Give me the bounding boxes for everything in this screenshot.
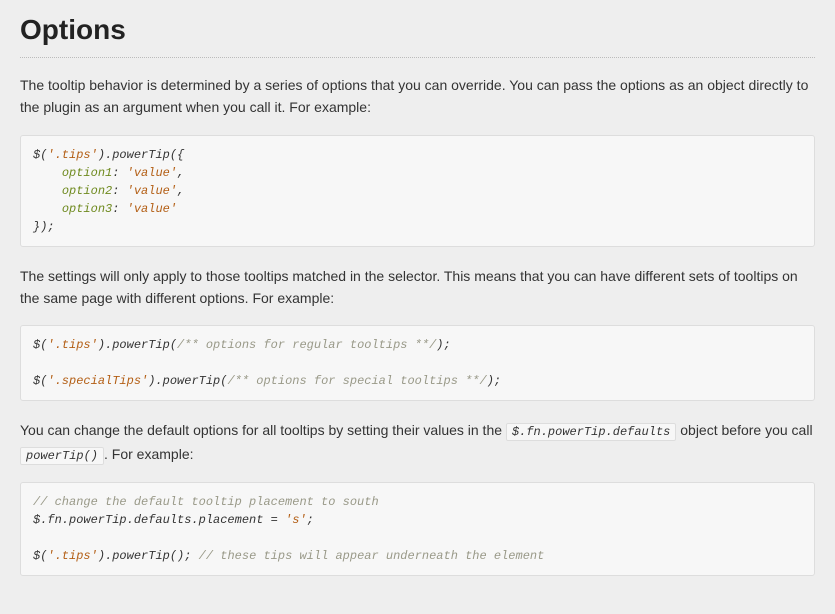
inline-code-defaults: $.fn.powerTip.defaults xyxy=(506,423,676,441)
divider xyxy=(20,57,815,58)
intro-paragraph: The tooltip behavior is determined by a … xyxy=(20,74,815,119)
paragraph-3: You can change the default options for a… xyxy=(20,419,815,465)
code-block-2: $('.tips').powerTip(/** options for regu… xyxy=(20,325,815,401)
paragraph-2: The settings will only apply to those to… xyxy=(20,265,815,310)
inline-code-powertip: powerTip() xyxy=(20,447,104,465)
section-heading: Options xyxy=(20,8,815,53)
code-block-3: // change the default tooltip placement … xyxy=(20,482,815,576)
code-block-1: $('.tips').powerTip({ option1: 'value', … xyxy=(20,135,815,247)
